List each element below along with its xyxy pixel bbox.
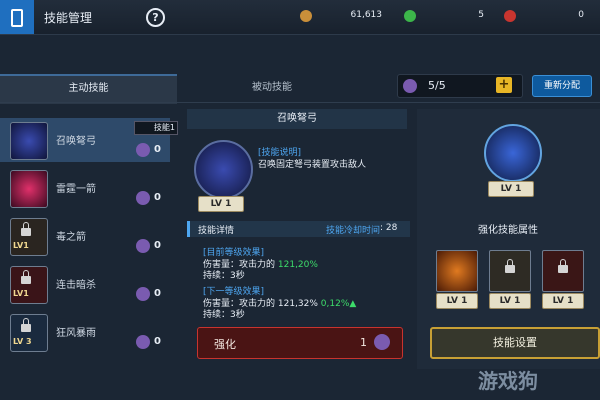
green-gem-icon (404, 10, 416, 22)
skill-slot-badge: 技能1 (134, 121, 178, 135)
skill-item-thunder-arrow[interactable]: 雷霆一箭 0 (0, 166, 170, 210)
tab-passive-skills[interactable]: 被动技能 (177, 74, 367, 102)
enhance-attr-icon-2[interactable] (489, 250, 531, 292)
enhance-attr-title: 强化技能属性 (478, 225, 538, 236)
skill-points-value: 5/5 (428, 79, 446, 92)
strengthen-button[interactable]: 强化 1 (197, 327, 403, 359)
help-button[interactable]: ? (146, 8, 165, 27)
attr-level-1: LV 1 (436, 293, 478, 309)
crossbow-skill-icon (484, 124, 542, 182)
skill-item-poison-arrow[interactable]: LV1 毒之箭 0 (0, 214, 170, 258)
redistribute-button[interactable]: 重新分配 (532, 75, 592, 97)
storm-icon: LV 3 (10, 314, 48, 352)
lock-icon (558, 259, 568, 273)
tab-divider (0, 102, 600, 103)
skill-item-storm[interactable]: LV 3 狂风暴雨 0 (0, 310, 170, 354)
page-title: 技能管理 (44, 11, 93, 25)
watermark-text: 游戏狗 (478, 369, 538, 393)
skill-item-combo-assassinate[interactable]: LV1 连击暗杀 0 (0, 262, 170, 306)
skill-point-icon (136, 287, 150, 301)
skill-detail-title: 召唤弩弓 (187, 109, 407, 129)
add-skill-point-button[interactable]: + (496, 77, 512, 93)
skill-list: 召唤弩弓 0 雷霆一箭 0 LV1 毒之箭 0 LV1 连击暗杀 0 LV 3 … (0, 114, 177, 384)
back-button[interactable] (0, 0, 34, 34)
right-level-badge: LV 1 (488, 181, 534, 197)
enhance-attr-icon-3[interactable] (542, 250, 584, 292)
red-gem-icon (504, 10, 516, 22)
lock-icon (505, 259, 515, 273)
skill-details-bar: 技能详情 技能冷却时间 : 28 (187, 221, 410, 237)
green-gem-resource: 5 (404, 8, 484, 24)
gold-coin-icon (300, 10, 312, 22)
skill-point-icon (374, 334, 390, 350)
poison-arrow-icon: LV1 (10, 218, 48, 256)
tab-active-skills[interactable]: 主动技能 (0, 74, 177, 104)
enhance-attr-icon-1[interactable] (436, 250, 478, 292)
crossbow-skill-icon (10, 122, 48, 160)
skill-point-icon (136, 143, 150, 157)
attr-level-2: LV 1 (489, 293, 531, 309)
lock-icon (21, 318, 31, 332)
attr-level-3: LV 1 (542, 293, 584, 309)
next-duration: 持续：3秒 (203, 310, 245, 320)
skill-point-icon (136, 239, 150, 253)
lock-icon (21, 270, 31, 284)
red-gem-resource: 0 (504, 8, 584, 24)
lock-icon (21, 222, 31, 236)
skill-point-icon (403, 79, 417, 93)
current-duration: 持续：3秒 (203, 271, 245, 281)
thunder-arrow-icon (10, 170, 48, 208)
skill-settings-button[interactable]: 技能设置 (430, 327, 600, 359)
skill-point-icon (136, 335, 150, 349)
crossbow-skill-icon (194, 140, 253, 199)
skill-level-badge: LV 1 (198, 196, 244, 212)
skill-desc-text: 召唤固定弩弓装置攻击敌人 (258, 160, 367, 170)
combo-assassinate-icon: LV1 (10, 266, 48, 304)
gold-resource: 61,613 (300, 8, 382, 24)
skill-point-icon (136, 191, 150, 205)
